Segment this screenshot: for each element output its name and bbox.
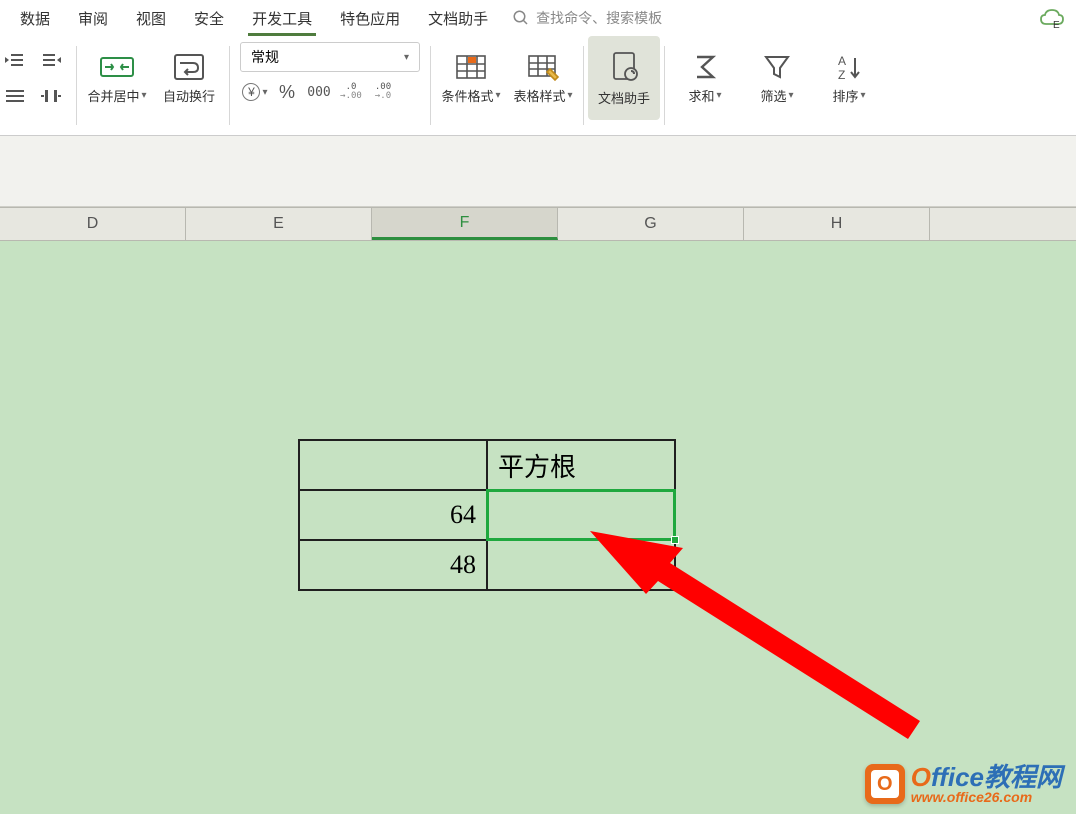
column-headers: D E F G H [0,207,1076,241]
decrease-indent-icon[interactable] [0,46,30,74]
filter-button[interactable]: 筛选▾ [741,36,813,120]
indent-align-group [0,36,72,135]
wrap-text-button[interactable]: 自动换行 [153,36,225,120]
watermark-url: www.office26.com [911,790,1062,804]
ribbon-toolbar: 合并居中▾ 自动换行 常规 ▾ ¥ ▾ % 000 .0 →.00 .00 →.… [0,36,1076,136]
svg-text:E: E [1053,20,1060,30]
conditional-format-icon [453,52,489,82]
funnel-icon [762,52,792,82]
dropdown-caret-icon: ▾ [788,90,793,101]
watermark: O Office教程网 www.office26.com [865,764,1062,804]
table-style-icon [525,52,561,82]
doc-helper-label: 文档助手 [598,88,650,107]
conditional-format-label: 条件格式 [441,86,493,105]
conditional-format-button[interactable]: 条件格式▾ [435,36,507,120]
cell-value[interactable]: 64 [299,490,487,540]
comma-style-button[interactable]: 000 [304,78,334,106]
cell[interactable] [299,440,487,490]
cell-value[interactable]: 48 [299,540,487,590]
col-header-e[interactable]: E [186,208,372,240]
number-format-group: 常规 ▾ ¥ ▾ % 000 .0 →.00 .00 →.0 [234,36,426,135]
table-row: 64 [299,490,675,540]
menu-security[interactable]: 安全 [180,0,238,36]
cloud-sync-icon[interactable]: E [1038,6,1066,34]
align-distribute-icon[interactable] [36,82,66,110]
table-row: 平方根 [299,440,675,490]
cell[interactable] [487,540,675,590]
filter-label: 筛选 [760,86,786,105]
dropdown-caret-icon: ▾ [495,90,500,101]
dropdown-caret-icon: ▾ [567,90,572,101]
currency-button[interactable]: ¥ ▾ [240,78,270,106]
doc-helper-button[interactable]: 文档助手 [588,36,660,120]
cell-selected[interactable] [487,490,675,540]
dropdown-caret-icon: ▾ [860,90,865,101]
search-placeholder: 查找命令、搜索模板 [536,8,662,28]
number-format-value: 常规 [251,47,279,67]
svg-text:A: A [838,54,846,68]
percent-button[interactable]: % [272,78,302,106]
col-header-f[interactable]: F [372,208,558,240]
formula-bar-area [0,136,1076,207]
menu-data[interactable]: 数据 [6,0,64,36]
menu-developer[interactable]: 开发工具 [238,0,326,36]
menu-special[interactable]: 特色应用 [326,0,414,36]
sigma-icon [690,52,720,82]
menu-review[interactable]: 审阅 [64,0,122,36]
menu-doc-helper[interactable]: 文档助手 [414,0,502,36]
data-table: 平方根 64 48 [298,439,676,591]
sort-icon: AZ [834,52,864,82]
col-header-d[interactable]: D [0,208,186,240]
command-search[interactable]: 查找命令、搜索模板 [512,8,662,28]
table-row: 48 [299,540,675,590]
col-header-h[interactable]: H [744,208,930,240]
table-style-label: 表格样式 [513,86,565,105]
col-header-g[interactable]: G [558,208,744,240]
sum-label: 求和 [688,86,714,105]
wrap-text-label: 自动换行 [163,86,215,105]
sort-label: 排序 [832,86,858,105]
menu-bar: 数据 审阅 视图 安全 开发工具 特色应用 文档助手 查找命令、搜索模板 E [0,0,1076,36]
search-icon [512,9,530,27]
increase-decimal-button[interactable]: .0 →.00 [336,78,366,106]
merge-center-icon [99,52,135,82]
merge-center-label: 合并居中 [87,86,139,105]
sum-button[interactable]: 求和▾ [669,36,741,120]
watermark-badge-letter: O [871,770,899,798]
wrap-text-icon [171,52,207,82]
dropdown-caret-icon: ▾ [404,52,409,63]
fill-handle[interactable] [671,536,679,544]
currency-icon: ¥ [242,83,260,101]
svg-text:Z: Z [838,68,845,82]
increase-indent-icon[interactable] [36,46,66,74]
dropdown-caret-icon: ▾ [716,90,721,101]
cell-header[interactable]: 平方根 [487,440,675,490]
sort-button[interactable]: AZ 排序▾ [813,36,885,120]
table-style-button[interactable]: 表格样式▾ [507,36,579,120]
decrease-decimal-button[interactable]: .00 →.0 [368,78,398,106]
number-format-select[interactable]: 常规 ▾ [240,42,420,72]
selection-outline [486,489,676,541]
watermark-title: Office教程网 [911,764,1062,790]
menu-view[interactable]: 视图 [122,0,180,36]
dropdown-caret-icon: ▾ [262,87,267,98]
align-justify-icon[interactable] [0,82,30,110]
dropdown-caret-icon: ▾ [141,90,146,101]
watermark-badge: O [865,764,905,804]
doc-helper-icon [606,50,642,84]
merge-center-button[interactable]: 合并居中▾ [81,36,153,120]
spreadsheet-grid[interactable]: 平方根 64 48 O Office教程网 ww [0,241,1076,814]
